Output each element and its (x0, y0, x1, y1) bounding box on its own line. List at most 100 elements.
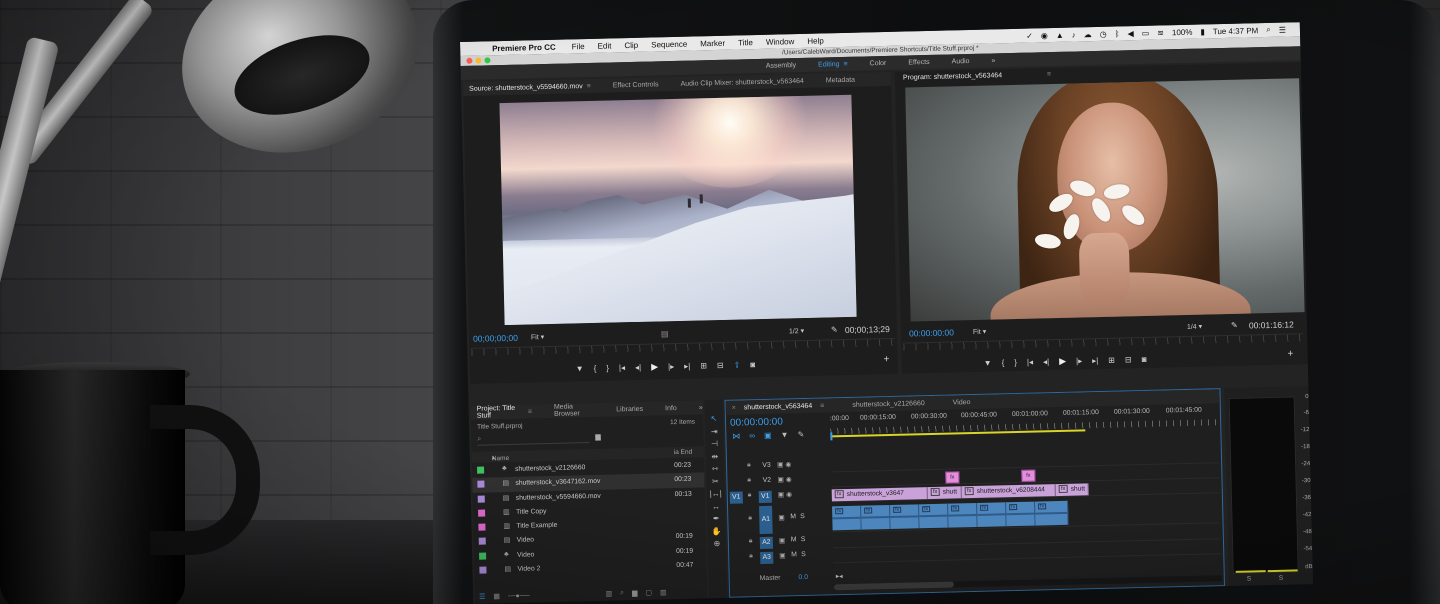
source-add-button-icon[interactable]: + (883, 354, 889, 365)
overwrite-icon[interactable]: ⊟ (717, 361, 724, 370)
master-volume-value[interactable]: 0.0 (798, 574, 808, 581)
lock-icon[interactable]: 🔒︎ (749, 537, 753, 545)
menubar-clock[interactable]: Tue 4:37 PM (1213, 26, 1259, 36)
source-timecode[interactable]: 00;00;00;00 (473, 333, 518, 344)
step-forward-icon[interactable]: |▸ (668, 362, 674, 371)
new-bin-icon[interactable]: ▆ (632, 589, 638, 597)
automate-to-sequence-icon[interactable]: ▥ (605, 590, 612, 598)
slip-tool-icon[interactable]: |↔| (710, 489, 722, 499)
menu-clip[interactable]: Clip (624, 40, 638, 49)
lock-icon[interactable]: 🔒︎ (748, 514, 752, 522)
extract-icon[interactable]: ⊟ (1125, 355, 1132, 364)
track-sync-icon[interactable]: ▣ (779, 536, 786, 544)
track-sync-eye-icons[interactable]: ▣ ◉ (778, 490, 792, 498)
panel-menu-icon[interactable]: ≡ (1047, 71, 1051, 78)
timeline-settings-wrench-icon[interactable]: ✎ (797, 430, 804, 439)
track-label-a3[interactable]: A3 (760, 551, 774, 565)
panel-menu-icon[interactable]: ≡ (528, 408, 532, 415)
workspace-assembly[interactable]: Assembly (766, 62, 797, 70)
solo-button[interactable]: S (801, 536, 806, 543)
ripple-edit-tool-icon[interactable]: ⊣ (711, 439, 718, 449)
column-media-end[interactable]: ia End (674, 449, 693, 456)
tab-project[interactable]: Project: Title Stuff (477, 405, 525, 420)
trash-icon[interactable]: ▥ (660, 588, 667, 596)
audio-clip[interactable]: fx (948, 502, 978, 528)
menu-sequence[interactable]: Sequence (651, 39, 687, 49)
mark-in-icon[interactable]: { (594, 364, 597, 373)
add-marker-icon[interactable]: ▼ (984, 359, 992, 368)
slide-tool-icon[interactable]: ↔ (712, 502, 720, 512)
export-icon[interactable]: ⇪ (734, 360, 741, 369)
source-video-frame[interactable] (499, 94, 857, 326)
label-color-swatch[interactable] (478, 509, 486, 517)
tab-source[interactable]: Source: shutterstock_v5594660.mov (469, 83, 583, 93)
solo-button[interactable]: S (800, 513, 805, 520)
label-color-swatch[interactable] (477, 480, 485, 489)
source-settings-wrench-icon[interactable]: ✎ (831, 325, 838, 334)
wifi-icon[interactable]: ≋ (1157, 28, 1164, 37)
solo-left-button[interactable]: S (1247, 576, 1252, 583)
razor-tool-icon[interactable]: ✂ (712, 477, 719, 487)
lock-icon[interactable]: 🔒︎ (749, 552, 753, 560)
add-marker-icon[interactable]: ▼ (781, 430, 789, 439)
mark-out-icon[interactable]: } (1014, 358, 1017, 367)
video-clip[interactable]: fx shutt (1055, 483, 1089, 497)
video-clip[interactable]: fx shutt (927, 486, 962, 500)
menu-edit[interactable]: Edit (598, 41, 612, 50)
workspace-color[interactable]: Color (870, 59, 887, 66)
program-video-frame[interactable] (905, 78, 1305, 322)
timeline-playhead-timecode[interactable]: 00:00:00:00 (730, 417, 783, 429)
label-color-swatch[interactable] (477, 466, 485, 474)
icon-view-icon[interactable]: ▦ (493, 592, 500, 600)
label-color-swatch[interactable] (477, 495, 485, 503)
lift-icon[interactable]: ⊞ (1108, 356, 1115, 365)
video-clip[interactable]: fx shutterstock_v6208444 (961, 484, 1056, 499)
go-to-out-icon[interactable]: ▸| (1092, 356, 1098, 365)
tab-effect-controls[interactable]: Effect Controls (613, 81, 659, 89)
step-back-icon[interactable]: ◂| (635, 363, 641, 372)
audio-clip[interactable]: fx (1005, 501, 1036, 527)
workspace-audio[interactable]: Audio (952, 58, 970, 65)
step-forward-icon[interactable]: |▸ (1076, 356, 1082, 365)
tab-audio-clip-mixer[interactable]: Audio Clip Mixer: shutterstock_v563464 (680, 77, 803, 87)
audio-clip[interactable]: fx (861, 504, 891, 530)
checkmark-circle-icon[interactable]: ✓ (1026, 31, 1033, 40)
notification-icon[interactable]: ♪ (1072, 30, 1076, 39)
program-zoom-select[interactable]: Fit ▾ (973, 328, 986, 336)
cloud-icon[interactable]: ☁ (1084, 30, 1092, 39)
label-color-swatch[interactable] (478, 538, 486, 546)
hand-tool-icon[interactable]: ✋ (712, 526, 722, 536)
battery-percent[interactable]: 100% (1172, 27, 1193, 36)
lock-icon[interactable]: 🔒︎ (747, 461, 751, 469)
audio-clip[interactable]: fx (1034, 500, 1069, 526)
tab-sequence-3[interactable]: Video (953, 399, 971, 406)
insert-icon[interactable]: ⊞ (700, 361, 707, 370)
scrollbar-thumb[interactable] (833, 581, 954, 591)
title-clip[interactable]: fx (945, 471, 960, 484)
program-time-ruler[interactable] (903, 333, 1304, 351)
play-icon[interactable]: ▶ (1059, 356, 1066, 367)
tab-info[interactable]: Info (665, 404, 677, 411)
project-search-input[interactable]: ⌕ (477, 433, 590, 446)
workspace-menu-icon[interactable]: ≡ (843, 60, 847, 67)
lock-icon[interactable]: 🔒︎ (747, 476, 751, 484)
panel-menu-icon[interactable]: ≡ (587, 82, 591, 89)
camera-icon[interactable]: ◙ (1142, 355, 1147, 364)
title-clip[interactable]: fx (1021, 469, 1036, 482)
mute-button[interactable]: M (790, 513, 796, 520)
audio-clip[interactable]: fx (890, 504, 920, 529)
track-sync-icon[interactable]: ▣ (778, 513, 785, 521)
source-patch-v1[interactable]: V1 (729, 491, 743, 504)
tab-media-browser[interactable]: Media Browser (554, 403, 595, 417)
camera-icon[interactable]: ◙ (750, 360, 755, 369)
play-icon[interactable]: ▶ (651, 361, 658, 372)
export-frame-icon[interactable]: ▤ (661, 329, 669, 338)
track-select-tool-icon[interactable]: ⇥ (711, 427, 718, 437)
tab-sequence-2[interactable]: shutterstock_v2126660 (852, 400, 925, 409)
new-item-icon[interactable]: ▢ (645, 589, 652, 597)
close-tab-icon[interactable]: × (732, 404, 736, 411)
snap-icon[interactable]: ⋈ (732, 432, 740, 441)
menu-file[interactable]: File (572, 42, 585, 51)
rate-stretch-tool-icon[interactable]: ⇿ (712, 464, 719, 474)
mark-in-icon[interactable]: { (1002, 358, 1005, 367)
